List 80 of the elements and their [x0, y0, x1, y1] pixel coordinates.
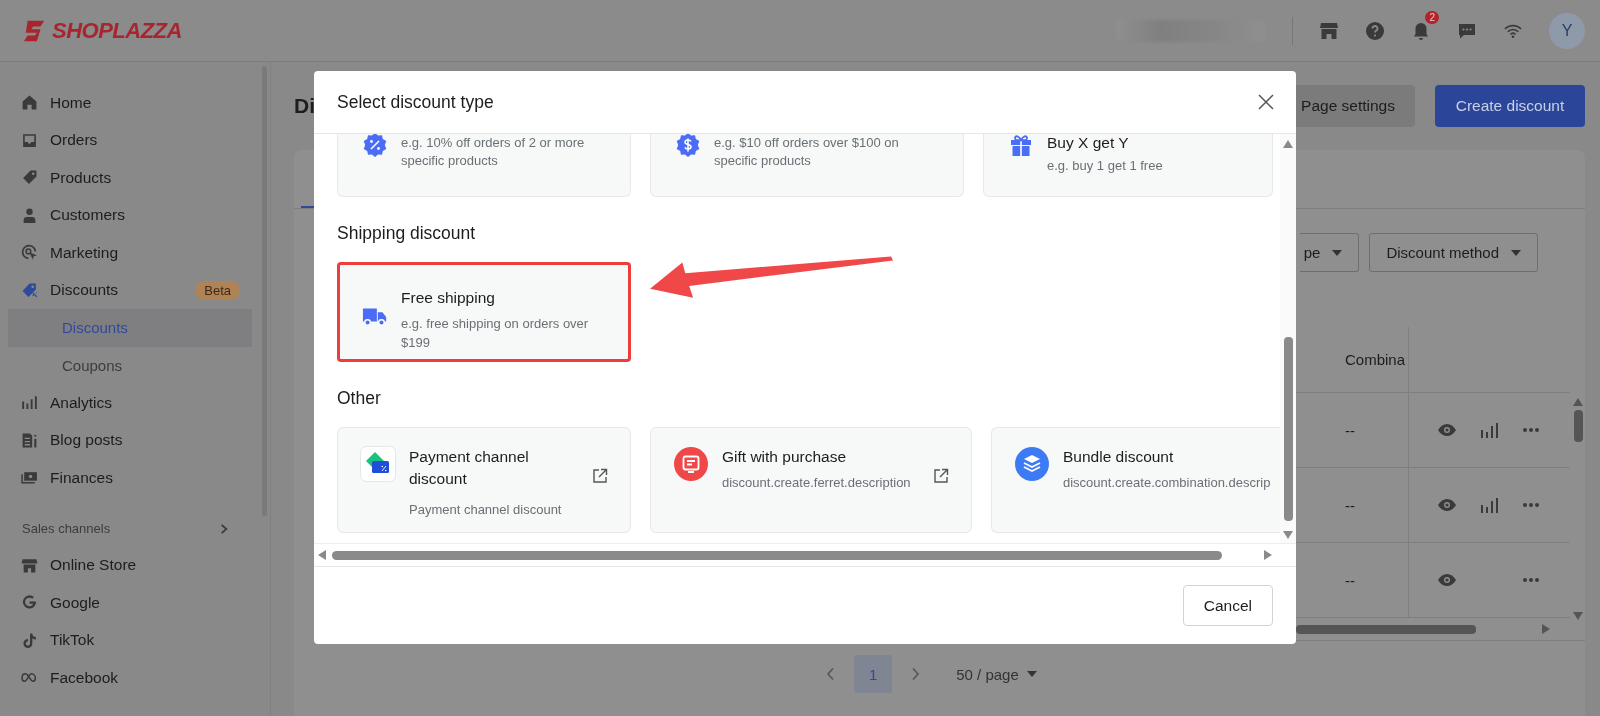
- cancel-button[interactable]: Cancel: [1182, 585, 1273, 626]
- card-title: Free shipping: [401, 288, 496, 308]
- scroll-down-arrow-icon[interactable]: [1283, 531, 1293, 539]
- bar-chart-icon[interactable]: [1479, 422, 1499, 438]
- help-icon[interactable]: [1365, 20, 1385, 41]
- percent-badge-icon: [362, 134, 388, 158]
- next-page-icon[interactable]: [910, 667, 921, 681]
- external-link-icon[interactable]: [592, 468, 608, 484]
- sidebar-item[interactable]: Marketing: [0, 234, 252, 272]
- scroll-up-arrow-icon[interactable]: [1283, 140, 1293, 148]
- bell-icon[interactable]: [1411, 20, 1431, 41]
- external-link-icon[interactable]: [933, 468, 949, 484]
- eye-icon[interactable]: [1437, 572, 1457, 588]
- scroll-right-arrow-icon[interactable]: [1264, 550, 1272, 560]
- logo-wordmark: SHOPLAZZA: [52, 17, 182, 44]
- sidebar-item[interactable]: Online Store: [0, 546, 252, 584]
- sidebar-item[interactable]: Google: [0, 584, 252, 622]
- card-description: e.g. free shipping on orders over $199: [401, 315, 590, 352]
- chevron-right-icon[interactable]: [218, 522, 230, 535]
- scrollbar-thumb[interactable]: [332, 550, 1222, 560]
- card-description: e.g. buy 1 get 1 free: [1047, 157, 1164, 176]
- caret-icon: [1332, 249, 1343, 256]
- sidebar-item[interactable]: Discounts Beta: [0, 271, 252, 309]
- card-description: discount.create.combination.descrip: [1063, 474, 1272, 493]
- receipt-badge-icon: [673, 446, 709, 482]
- sidebar-item[interactable]: Blog posts: [0, 421, 252, 459]
- card-description: Payment channel discount: [409, 500, 563, 519]
- scroll-up-arrow-icon[interactable]: [1573, 398, 1583, 406]
- bar-chart-icon[interactable]: [1479, 497, 1499, 513]
- caret-icon: [1511, 249, 1521, 256]
- beta-badge: Beta: [195, 280, 240, 300]
- layers-badge-icon: [1014, 446, 1050, 482]
- section-heading: Sales channels: [22, 521, 111, 536]
- card-description: discount.create.ferret.description: [722, 474, 912, 493]
- sidebar-subitem[interactable]: Coupons: [8, 346, 252, 384]
- eye-icon[interactable]: [1437, 497, 1457, 513]
- gift-box-icon: [1008, 134, 1034, 158]
- caret-icon: [1026, 671, 1037, 677]
- discount-type-card[interactable]: e.g. $10 off orders over $100 on specific products: [650, 134, 964, 197]
- filter-dropdown[interactable]: pe: [1299, 233, 1360, 272]
- sidebar-item[interactable]: TikTok: [0, 621, 252, 659]
- discount-type-card[interactable]: Free shipping e.g. free shipping on orders over $199: [337, 262, 631, 362]
- card-description: e.g. 10% off orders of 2 or more specific products: [401, 134, 586, 171]
- filter-dropdown[interactable]: Discount method: [1369, 233, 1538, 272]
- card-title: Buy X get Y: [1047, 134, 1130, 152]
- notification-badge: 2: [1425, 10, 1439, 24]
- sidebar-item[interactable]: Facebook: [0, 659, 252, 697]
- card-title: Gift with purchase: [722, 447, 848, 467]
- sidebar-item[interactable]: Customers: [0, 196, 252, 234]
- page-size-dropdown[interactable]: 50 / page: [950, 664, 1043, 684]
- card-title: Bundle discount: [1063, 447, 1175, 467]
- discount-type-card[interactable]: Payment channel discount Payment channel discount: [337, 427, 631, 533]
- scroll-right-arrow-icon[interactable]: [1542, 624, 1550, 634]
- discount-type-card[interactable]: Bundle discount discount.create.combination.descrip: [991, 427, 1280, 533]
- page-title: Di: [294, 94, 315, 118]
- discount-type-card[interactable]: Gift with purchase discount.create.ferret.description: [650, 427, 972, 533]
- sidebar-item[interactable]: Products: [0, 159, 252, 197]
- payment-card-icon: [360, 446, 396, 482]
- card-title: Payment channel discount: [409, 447, 530, 490]
- scroll-left-arrow-icon[interactable]: [318, 550, 326, 560]
- card-description: e.g. $10 off orders over $100 on specific products: [714, 134, 900, 171]
- sidebar-item[interactable]: Finances: [0, 459, 252, 497]
- scrollbar-thumb[interactable]: [1283, 337, 1293, 521]
- dialog-title: Select discount type: [337, 91, 494, 113]
- discount-type-card[interactable]: e.g. 10% off orders of 2 or more specific products: [337, 134, 631, 197]
- eye-icon[interactable]: [1437, 422, 1457, 438]
- sidebar-item[interactable]: Analytics: [0, 384, 252, 422]
- scroll-down-arrow-icon[interactable]: [1573, 612, 1583, 620]
- close-icon[interactable]: [1258, 94, 1274, 110]
- storefront-icon[interactable]: [1319, 20, 1339, 41]
- sidebar-item[interactable]: Orders: [0, 121, 252, 159]
- sidebar-item[interactable]: Home: [0, 84, 252, 122]
- discount-type-card[interactable]: Buy X get Y e.g. buy 1 get 1 free: [983, 134, 1273, 197]
- scrollbar-thumb[interactable]: [1573, 410, 1583, 442]
- dollar-badge-icon: [675, 134, 701, 158]
- create-button[interactable]: Create discount: [1435, 85, 1585, 127]
- avatar[interactable]: Y: [1549, 12, 1585, 49]
- section-heading: Shipping discount: [337, 223, 477, 244]
- scrollbar-thumb[interactable]: [1296, 624, 1476, 634]
- section-heading: Other: [337, 388, 382, 409]
